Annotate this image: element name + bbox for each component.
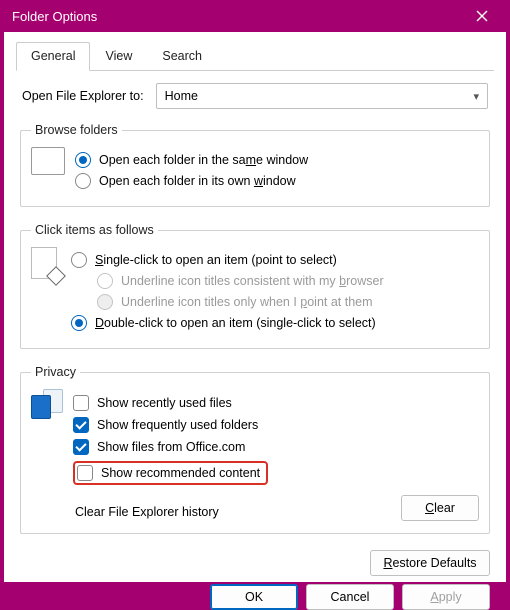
checkbox-icon [73, 395, 89, 411]
click-items-group: Click items as follows Single-click to o… [20, 223, 490, 349]
folder-icon [31, 147, 65, 175]
radio-double-click[interactable]: Double-click to open an item (single-cli… [71, 315, 479, 331]
window-title: Folder Options [12, 9, 462, 24]
tab-general[interactable]: General [16, 42, 90, 71]
privacy-icon [31, 389, 63, 419]
cancel-button[interactable]: Cancel [306, 584, 394, 610]
privacy-group: Privacy Show recently used files Show fr… [20, 365, 490, 534]
tab-strip: General View Search [16, 42, 494, 71]
radio-single-click[interactable]: Single-click to open an item (point to s… [71, 252, 479, 268]
ok-button[interactable]: OK [210, 584, 298, 610]
chevron-down-icon: ▾ [473, 90, 479, 103]
close-icon[interactable] [462, 10, 502, 22]
titlebar: Folder Options [0, 0, 510, 32]
check-label: Show recently used files [97, 396, 232, 410]
radio-label: Open each folder in its own window [99, 174, 296, 188]
radio-icon [71, 252, 87, 268]
apply-button: Apply [402, 584, 490, 610]
radio-label: Double-click to open an item (single-cli… [95, 316, 376, 330]
radio-label: Single-click to open an item (point to s… [95, 253, 337, 267]
open-explorer-value: Home [165, 89, 198, 103]
checkbox-icon [73, 417, 89, 433]
check-recommended-content-highlight: Show recommended content [73, 461, 479, 485]
radio-label: Open each folder in the same window [99, 153, 308, 167]
radio-underline-point: Underline icon titles only when I point … [97, 294, 479, 310]
radio-icon [75, 152, 91, 168]
restore-defaults-button[interactable]: Restore Defaults [370, 550, 490, 576]
open-explorer-combo[interactable]: Home ▾ [156, 83, 488, 109]
radio-underline-browser: Underline icon titles consistent with my… [97, 273, 479, 289]
check-frequent-folders[interactable]: Show frequently used folders [73, 417, 479, 433]
browse-folders-group: Browse folders Open each folder in the s… [20, 123, 490, 207]
open-explorer-label: Open File Explorer to: [22, 89, 144, 103]
document-cursor-icon [31, 247, 61, 281]
dialog-button-row: OK Cancel Apply [16, 584, 494, 610]
open-explorer-row: Open File Explorer to: Home ▾ [22, 83, 488, 109]
radio-same-window[interactable]: Open each folder in the same window [75, 152, 479, 168]
check-recommended-content[interactable]: Show recommended content [73, 461, 268, 485]
tab-view[interactable]: View [90, 42, 147, 70]
radio-label: Underline icon titles consistent with my… [121, 274, 384, 288]
radio-icon [75, 173, 91, 189]
radio-icon [97, 273, 113, 289]
clear-button[interactable]: Clear [401, 495, 479, 521]
clear-history-label: Clear File Explorer history [75, 505, 219, 519]
check-label: Show recommended content [101, 466, 260, 480]
dialog-body: General View Search Open File Explorer t… [4, 32, 506, 582]
check-label: Show frequently used folders [97, 418, 258, 432]
check-recent-files[interactable]: Show recently used files [73, 395, 479, 411]
privacy-legend: Privacy [31, 365, 80, 379]
browse-folders-legend: Browse folders [31, 123, 122, 137]
tab-search[interactable]: Search [147, 42, 217, 70]
radio-icon [97, 294, 113, 310]
radio-icon [71, 315, 87, 331]
check-label: Show files from Office.com [97, 440, 245, 454]
radio-label: Underline icon titles only when I point … [121, 295, 373, 309]
radio-own-window[interactable]: Open each folder in its own window [75, 173, 479, 189]
checkbox-icon [77, 465, 93, 481]
check-office-files[interactable]: Show files from Office.com [73, 439, 479, 455]
click-items-legend: Click items as follows [31, 223, 158, 237]
checkbox-icon [73, 439, 89, 455]
